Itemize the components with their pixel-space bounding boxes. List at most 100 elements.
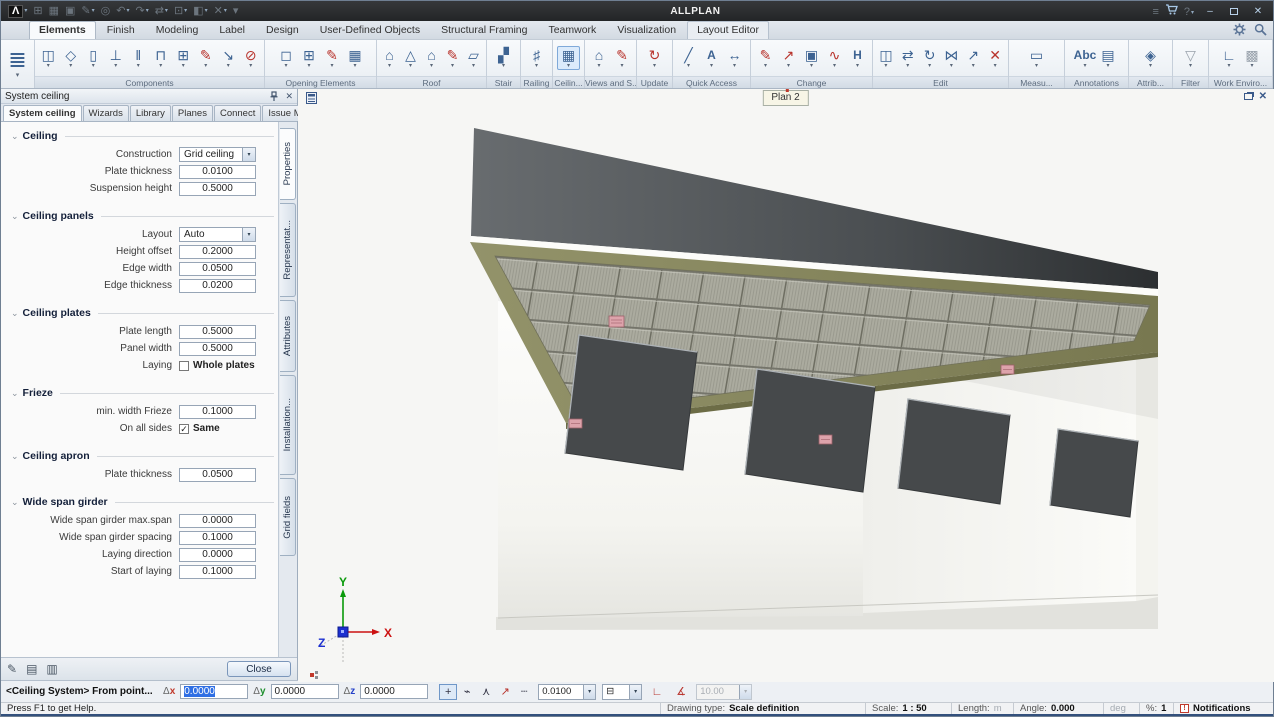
ribbon-btn-door[interactable]: ◻▾	[275, 46, 298, 70]
dropdown-button[interactable]: ▾	[629, 685, 641, 699]
ribbon-btn-modify-opening[interactable]: ✎▾	[321, 46, 344, 70]
ribbon-tab-label[interactable]: Label	[209, 21, 255, 39]
redo-button[interactable]: ↷▾	[135, 6, 148, 17]
shop-button[interactable]	[1165, 4, 1178, 15]
angle-lock-button[interactable]: ∟	[648, 684, 666, 700]
qa-overflow-button[interactable]: ▾	[233, 6, 239, 17]
ribbon-btn-work-layout[interactable]: ∟▾	[1218, 46, 1241, 70]
collapse-chevron-icon[interactable]: ⌄	[11, 308, 19, 319]
palette-tab-wizards[interactable]: Wizards	[83, 105, 129, 121]
side-tab-grid-fields[interactable]: Grid fields	[280, 478, 296, 556]
ribbon-btn-section[interactable]: ✎▾	[611, 46, 634, 70]
dropdown-button[interactable]: ▾	[583, 685, 595, 699]
viewport-close-icon[interactable]: ✕	[1259, 91, 1267, 102]
palette-tab-connect[interactable]: Connect	[214, 105, 261, 121]
ribbon-tab-structural-framing[interactable]: Structural Framing	[431, 21, 537, 39]
snap-offset-button[interactable]: ┄	[515, 684, 533, 700]
pin-icon[interactable]	[269, 91, 279, 102]
suspension-height-input[interactable]	[179, 182, 256, 196]
side-tab-representat-[interactable]: Representat...	[280, 203, 296, 297]
close-button[interactable]: ✕	[1247, 4, 1269, 18]
ribbon-btn-remove-component[interactable]: ⊘▾	[240, 46, 263, 70]
edge-width-input[interactable]	[179, 262, 256, 276]
plate-length-input[interactable]	[179, 325, 256, 339]
ribbon-tab-finish[interactable]: Finish	[97, 21, 145, 39]
ribbon-btn-roof-covering[interactable]: ⌂▾	[421, 46, 442, 70]
collapse-chevron-icon[interactable]: ⌄	[11, 388, 19, 399]
task-list-button[interactable]: ≡	[1152, 7, 1158, 18]
workgroup-button[interactable]: ⊞	[33, 6, 42, 17]
help-button[interactable]: ?▾	[1184, 7, 1194, 18]
ribbon-btn-text[interactable]: A▾	[700, 46, 723, 70]
palettes-button[interactable]: ▦	[49, 6, 59, 17]
ribbon-btn-move[interactable]: ⇄▾	[897, 46, 919, 70]
angle-track-button[interactable]: ∡	[672, 684, 690, 700]
apron-plate-thickness-input[interactable]	[179, 468, 256, 482]
collapse-chevron-icon[interactable]: ⌄	[11, 451, 19, 462]
start-of-laying-input[interactable]	[179, 565, 256, 579]
swap-reference-button[interactable]: ⇄▾	[155, 6, 168, 17]
snap-branch-button[interactable]: ⋏	[477, 684, 495, 700]
ribbon-btn-foundation[interactable]: ⊥▾	[105, 46, 128, 70]
undo-button[interactable]: ↶▾	[116, 6, 129, 17]
ribbon-btn-column[interactable]: ▯▾	[82, 46, 105, 70]
ribbon-btn-edit-region[interactable]: ▣▾	[800, 46, 823, 70]
girder-spacing-input[interactable]	[179, 531, 256, 545]
ribbon-btn-roof-plane[interactable]: ▱▾	[463, 46, 484, 70]
panel-width-input[interactable]	[179, 342, 256, 356]
maximize-button[interactable]	[1223, 4, 1245, 18]
minimize-button[interactable]: –	[1199, 4, 1221, 18]
layout-select[interactable]: Auto▾	[179, 227, 256, 242]
ribbon-btn-recess[interactable]: ⊓▾	[150, 46, 173, 70]
status-notifications[interactable]: !Notifications	[1173, 703, 1273, 714]
side-tab-attributes[interactable]: Attributes	[280, 300, 296, 372]
save-favorite-icon[interactable]: ▥	[46, 662, 57, 676]
ribbon-btn-resize[interactable]: ↗▾	[962, 46, 984, 70]
ribbon-btn-modify-component[interactable]: ✎▾	[195, 46, 218, 70]
grid-snap-combo[interactable]: ⊟▾	[602, 684, 642, 700]
viewport-float-icon[interactable]	[1244, 93, 1253, 100]
height-offset-input[interactable]	[179, 245, 256, 259]
on-all-sides-checkbox[interactable]: ✓	[179, 424, 189, 434]
ribbon-btn-mirror[interactable]: ⋈▾	[941, 46, 963, 70]
ribbon-btn-insert-component[interactable]: ↘▾	[217, 46, 240, 70]
palette-close-button[interactable]: Close	[227, 661, 291, 677]
delta-dz-input[interactable]: 0.0000	[360, 684, 428, 699]
3d-scene-canvas[interactable]: Y X Z	[298, 89, 1274, 682]
ribbon-tab-modeling[interactable]: Modeling	[146, 21, 209, 39]
drawing-viewport[interactable]: Y X Z Plan 2	[298, 89, 1273, 680]
ribbon-btn-view[interactable]: ⌂▾	[588, 46, 611, 70]
min-width-frieze-input[interactable]	[179, 405, 256, 419]
ribbon-btn-roof[interactable]: ⌂▾	[379, 46, 400, 70]
load-favorite-icon[interactable]: ▤	[26, 662, 37, 676]
ribbon-btn-component-grid[interactable]: ⊞▾	[172, 46, 195, 70]
ribbon-btn-line[interactable]: ╱▾	[677, 46, 700, 70]
ribbon-btn-abc-text[interactable]: Abc▾	[1074, 46, 1097, 70]
ribbon-btn-text-block[interactable]: ▤▾	[1097, 46, 1120, 70]
zoom-section-button[interactable]: ◎	[101, 6, 111, 17]
ribbon-btn-match-properties[interactable]: ↗▾	[777, 46, 800, 70]
ribbon-btn-stretch[interactable]: H▾	[846, 46, 869, 70]
collapse-chevron-icon[interactable]: ⌄	[11, 497, 19, 508]
plate-thickness-input[interactable]	[179, 165, 256, 179]
side-tab-installation-[interactable]: Installation...	[280, 375, 296, 475]
import-box-button[interactable]: ⊡▾	[174, 6, 187, 17]
collapse-chevron-icon[interactable]: ⌄	[11, 211, 19, 222]
girder-max-span-input[interactable]	[179, 514, 256, 528]
ribbon-btn-work-options[interactable]: ▩▾	[1241, 46, 1264, 70]
layer-box-button[interactable]: ◧▾	[193, 6, 207, 17]
ribbon-btn-filter[interactable]: ▽▾	[1179, 46, 1202, 70]
ribbon-btn-edit-polyline[interactable]: ∿▾	[823, 46, 846, 70]
ribbon-btn-edit-pen[interactable]: ✎▾	[754, 46, 777, 70]
ribbon-btn-copy[interactable]: ◫▾	[875, 46, 897, 70]
ribbon-task-board-button[interactable]: ≣▾	[1, 40, 35, 88]
ribbon-btn-modify-roof[interactable]: ✎▾	[442, 46, 463, 70]
ribbon-tab-teamwork[interactable]: Teamwork	[538, 21, 606, 39]
ribbon-tab-layout-editor[interactable]: Layout Editor	[687, 21, 769, 39]
construction-select[interactable]: Grid ceiling▾	[179, 147, 256, 162]
ribbon-btn-railing[interactable]: ♯▾	[525, 46, 548, 70]
ribbon-btn-attributes[interactable]: ◈▾	[1139, 46, 1162, 70]
palette-tab-planes[interactable]: Planes	[172, 105, 213, 121]
ribbon-btn-window[interactable]: ⊞▾	[298, 46, 321, 70]
viewport-window-icon[interactable]	[306, 92, 317, 107]
